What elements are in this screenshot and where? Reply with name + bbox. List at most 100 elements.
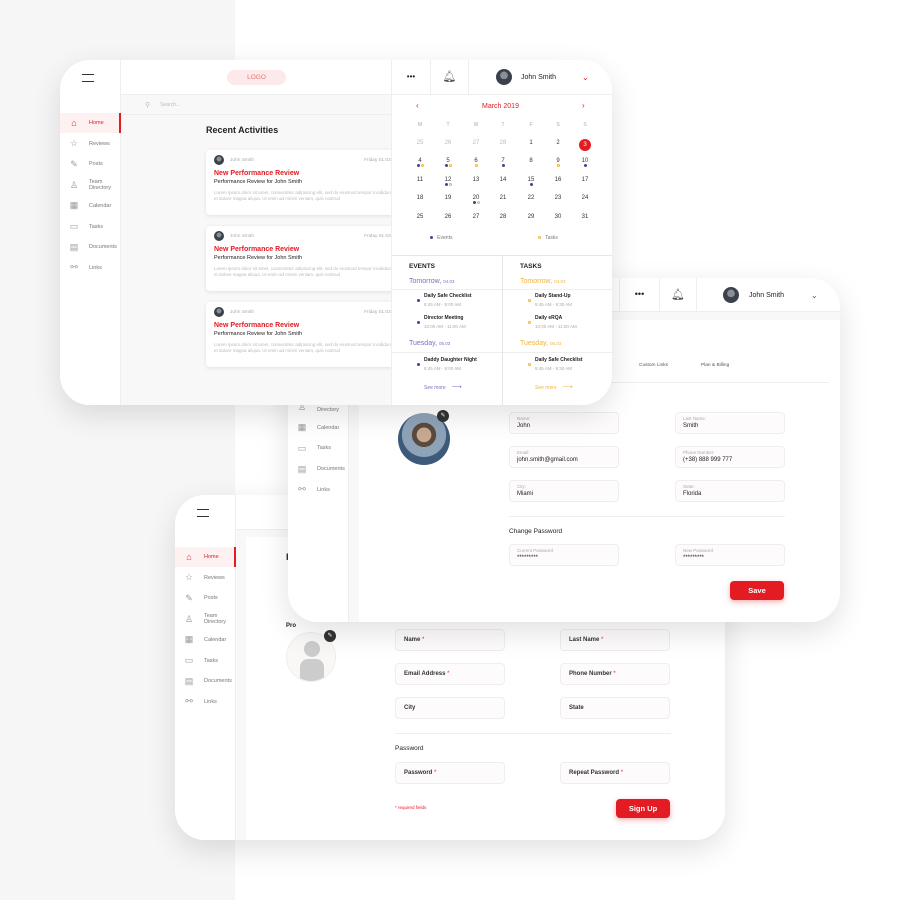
calendar-day[interactable]: 2 <box>548 140 568 154</box>
search-bar[interactable]: ⚲ Search... <box>121 95 391 115</box>
email-address-input[interactable]: Email Address * <box>395 663 505 685</box>
calendar-day[interactable]: 1 <box>521 140 541 154</box>
new-password-field[interactable]: New Password ********* <box>675 544 785 566</box>
bell-icon[interactable]: 🔔︎ <box>431 60 469 95</box>
calendar-day[interactable]: 4 <box>410 158 430 172</box>
calendar-day[interactable]: 19 <box>438 195 458 209</box>
calendar-day[interactable]: 16 <box>548 177 568 191</box>
sidebar-item-team-directory[interactable]: ♙ Team Directory <box>175 609 236 629</box>
calendar-day[interactable]: 5 <box>438 158 458 172</box>
calendar-day[interactable]: 22 <box>521 195 541 209</box>
tab-plan-billing[interactable]: Plan & Billing <box>701 363 729 368</box>
bell-icon[interactable]: 🔔︎ <box>659 278 697 312</box>
activity-card[interactable]: John SmithFriday 01.03,11:00 AMNew Perfo… <box>206 302 422 367</box>
calendar-day[interactable]: 20 <box>466 195 486 209</box>
calendar-day[interactable]: 30 <box>548 214 568 228</box>
calendar-day[interactable]: 27 <box>466 140 486 154</box>
sidebar-item-home[interactable]: ⌂ Home <box>175 547 236 567</box>
sidebar-item-links[interactable]: ⚯ Links <box>175 692 236 712</box>
calendar-day[interactable]: 28 <box>493 214 513 228</box>
password-input[interactable]: Password * <box>395 762 505 784</box>
calendar-day[interactable]: 3 <box>575 139 595 154</box>
sidebar-item-posts[interactable]: ✎ Posts <box>60 154 121 174</box>
calendar-day[interactable]: 25 <box>410 140 430 154</box>
sidebar-item-reviews[interactable]: ☆ Reviews <box>175 568 236 588</box>
user-menu[interactable]: John Smith ⌄ <box>469 60 612 95</box>
calendar-day[interactable]: 29 <box>521 214 541 228</box>
prev-month-button[interactable]: ‹ <box>416 101 419 110</box>
sidebar-item-tasks[interactable]: ▭ Tasks <box>175 651 236 671</box>
email-field[interactable]: Email: john.smith@gmail.com <box>509 446 619 468</box>
see-more-link[interactable]: See more ⟶ <box>535 383 573 391</box>
more-icon[interactable]: ••• <box>392 60 431 95</box>
sidebar-item-tasks[interactable]: ▭ Tasks <box>288 438 349 458</box>
calendar-day[interactable]: 25 <box>410 214 430 228</box>
tab-custom-links[interactable]: Custom Links <box>639 363 668 368</box>
list-item[interactable]: Daily Safe Checklist 8:45 AM - 9:30 AM <box>511 357 583 371</box>
calendar-day[interactable]: 12 <box>438 177 458 191</box>
sidebar-item-documents[interactable]: ▤ Documents <box>175 671 236 691</box>
sidebar-item-posts[interactable]: ✎ Posts <box>175 588 236 608</box>
edit-photo-icon[interactable]: ✎ <box>437 410 449 422</box>
city-field[interactable]: City: Miami <box>509 480 619 502</box>
calendar-day[interactable]: 31 <box>575 214 595 228</box>
calendar-day[interactable]: 23 <box>548 195 568 209</box>
calendar-day[interactable]: 21 <box>493 195 513 209</box>
calendar-day[interactable]: 15 <box>521 177 541 191</box>
calendar-day[interactable]: 14 <box>493 177 513 191</box>
list-item[interactable]: Daily eRQA 10:00 AM - 11:00 AM <box>511 315 577 329</box>
sidebar-item-calendar[interactable]: ▦ Calendar <box>288 418 349 438</box>
current-password-field[interactable]: Current Password ********* <box>509 544 619 566</box>
calendar-day[interactable]: 28 <box>493 140 513 154</box>
sidebar-item-documents[interactable]: ▤ Documents <box>288 459 349 479</box>
list-item[interactable]: Daddy Daughter Night 8:45 AM - 9:00 AM <box>400 357 477 371</box>
menu-icon[interactable] <box>197 509 209 517</box>
user-menu[interactable]: John Smith ⌄ <box>697 278 837 312</box>
calendar-day[interactable]: 7 <box>493 158 513 172</box>
see-more-link[interactable]: See more ⟶ <box>424 383 462 391</box>
edit-avatar-icon[interactable]: ✎ <box>324 630 336 642</box>
calendar-day[interactable]: 6 <box>466 158 486 172</box>
state-field[interactable]: State: Florida <box>675 480 785 502</box>
sidebar-item-reviews[interactable]: ☆ Reviews <box>60 134 121 154</box>
calendar-day[interactable]: 8 <box>521 158 541 172</box>
calendar-day[interactable]: 26 <box>438 214 458 228</box>
activity-card[interactable]: John SmithFriday 01.03,11:00 AMNew Perfo… <box>206 226 422 291</box>
calendar-day[interactable]: 9 <box>548 158 568 172</box>
phone-number-input[interactable]: Phone Number * <box>560 663 670 685</box>
sidebar-item-links[interactable]: ⚯ Links <box>60 258 121 278</box>
sidebar-item-home[interactable]: ⌂ Home <box>60 113 121 133</box>
sidebar-item-links[interactable]: ⚯ Links <box>288 480 349 500</box>
city-input[interactable]: City <box>395 697 505 719</box>
list-item[interactable]: Daily Safe Checklist 8:45 AM - 9:00 AM <box>400 293 472 307</box>
calendar-day[interactable]: 24 <box>575 195 595 209</box>
sidebar-item-team-directory[interactable]: ♙ Team Directory <box>60 175 121 195</box>
calendar-day[interactable]: 13 <box>466 177 486 191</box>
sidebar-item-calendar[interactable]: ▦ Calendar <box>175 630 236 650</box>
calendar-day[interactable]: 10 <box>575 158 595 172</box>
search-input[interactable]: Search... <box>160 102 180 108</box>
more-icon[interactable]: ••• <box>619 278 659 312</box>
save-button[interactable]: Save <box>730 581 784 600</box>
repeat-password-input[interactable]: Repeat Password * <box>560 762 670 784</box>
calendar-day[interactable]: 26 <box>438 140 458 154</box>
calendar-day[interactable]: 27 <box>466 214 486 228</box>
sidebar-item-tasks[interactable]: ▭ Tasks <box>60 217 121 237</box>
calendar-day[interactable]: 17 <box>575 177 595 191</box>
calendar-day[interactable]: 11 <box>410 177 430 191</box>
activity-card[interactable]: John SmithFriday 01.03,11:00 AMNew Perfo… <box>206 150 422 215</box>
last-name-field[interactable]: Last Name: Smith <box>675 412 785 434</box>
state-input[interactable]: State <box>560 697 670 719</box>
name-field[interactable]: Name: John <box>509 412 619 434</box>
calendar-day[interactable]: 18 <box>410 195 430 209</box>
name-input[interactable]: Name * <box>395 629 505 651</box>
next-month-button[interactable]: › <box>582 101 585 110</box>
sidebar-item-calendar[interactable]: ▦ Calendar <box>60 196 121 216</box>
phone-number-field[interactable]: Phone Number: (+38) 888 999 777 <box>675 446 785 468</box>
sidebar-item-documents[interactable]: ▤ Documents <box>60 237 121 257</box>
sign-up-button[interactable]: Sign Up <box>616 799 670 818</box>
list-item[interactable]: Director Meeting 10:00 AM - 11:00 AM <box>400 315 466 329</box>
list-item[interactable]: Daily Stand-Up 8:45 AM - 9:30 AM <box>511 293 572 307</box>
last-name-input[interactable]: Last Name * <box>560 629 670 651</box>
menu-icon[interactable] <box>82 74 94 82</box>
